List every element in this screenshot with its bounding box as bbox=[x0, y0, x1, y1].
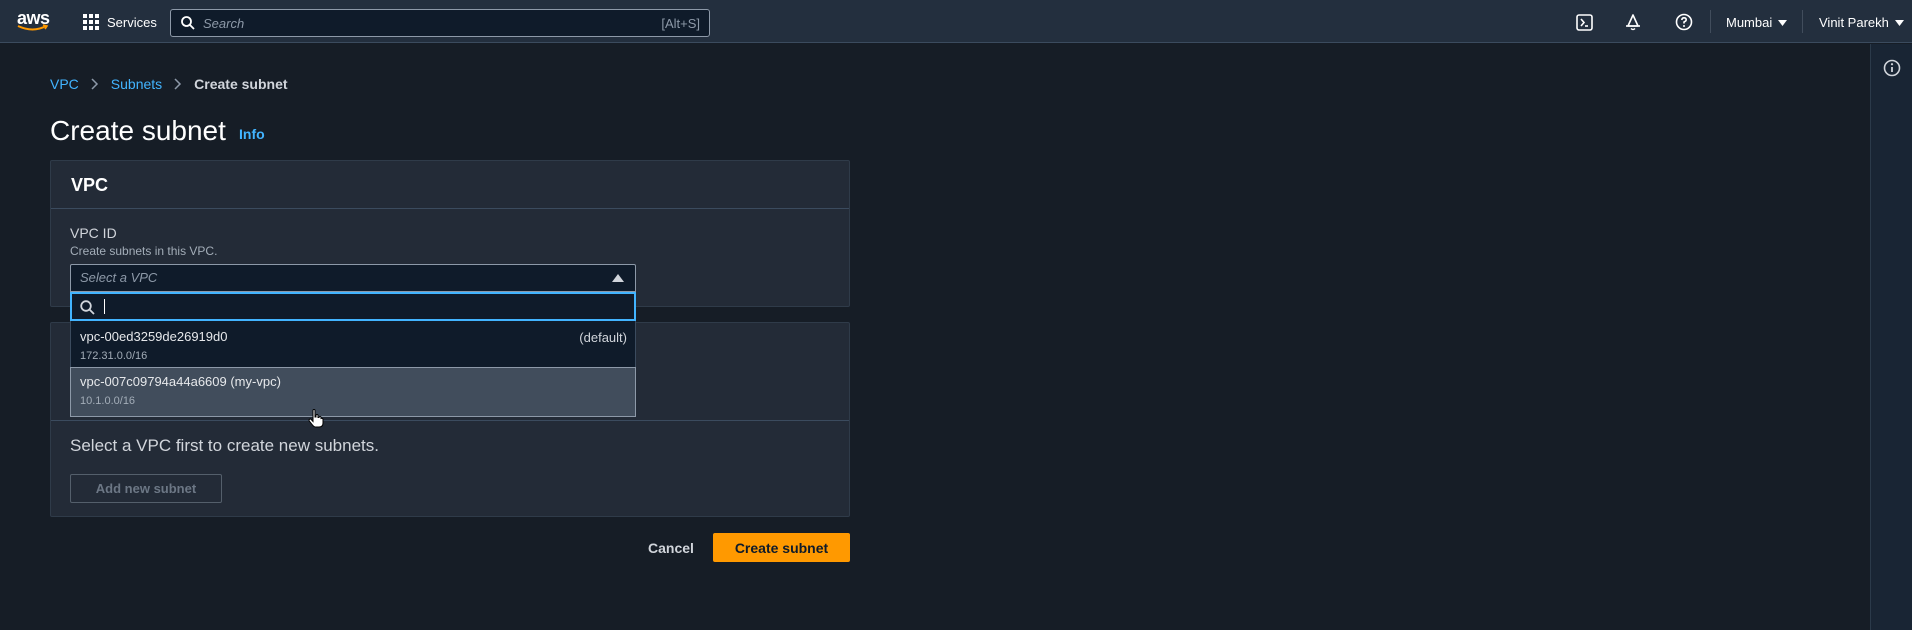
vpc-panel-heading: VPC bbox=[51, 161, 849, 209]
text-cursor bbox=[104, 299, 105, 314]
grid-icon bbox=[83, 14, 99, 30]
caret-down-icon bbox=[1778, 19, 1788, 26]
notifications-bell-icon[interactable] bbox=[1623, 12, 1643, 32]
search-placeholder: Search bbox=[203, 15, 245, 31]
info-panel-icon[interactable] bbox=[1883, 59, 1901, 82]
region-label: Mumbai bbox=[1726, 15, 1773, 30]
vpc-option-highlighted[interactable]: vpc-007c09794a44a6609 (my-vpc) 10.1.0.0/… bbox=[70, 367, 636, 417]
breadcrumb-vpc[interactable]: VPC bbox=[50, 76, 79, 92]
account-user-label: Vinit Parekh bbox=[1819, 15, 1889, 30]
search-icon bbox=[181, 16, 195, 30]
help-panel-rail bbox=[1870, 44, 1912, 630]
chevron-right-icon bbox=[174, 78, 182, 90]
caret-down-icon bbox=[1894, 19, 1904, 26]
vpc-option-cidr: 10.1.0.0/16 bbox=[80, 395, 136, 407]
breadcrumb: VPC Subnets Create subnet bbox=[50, 76, 288, 92]
vpc-id-label: VPC ID bbox=[70, 225, 117, 241]
aws-smile-icon bbox=[17, 24, 49, 31]
page-title: Create subnet bbox=[50, 115, 226, 146]
aws-logo[interactable]: aws bbox=[17, 8, 51, 34]
chevron-right-icon bbox=[91, 78, 98, 90]
search-shortcut-hint: [Alt+S] bbox=[661, 16, 700, 31]
account-menu[interactable]: Vinit Parekh bbox=[1819, 15, 1904, 30]
vpc-select-placeholder: Select a VPC bbox=[80, 270, 158, 285]
dropdown-filter-input[interactable] bbox=[70, 292, 636, 321]
vpc-id-select[interactable]: Select a VPC bbox=[70, 264, 636, 292]
panel-divider bbox=[51, 420, 849, 421]
vpc-option-name: vpc-007c09794a44a6609 (my-vpc) bbox=[80, 374, 281, 389]
hand-pointer-cursor-icon bbox=[308, 409, 324, 428]
global-search-input[interactable]: Search [Alt+S] bbox=[170, 9, 710, 37]
search-icon bbox=[80, 300, 95, 315]
vpc-dropdown-list: vpc-00ed3259de26919d0 172.31.0.0/16 (def… bbox=[70, 292, 636, 417]
vpc-option[interactable]: vpc-00ed3259de26919d0 172.31.0.0/16 (def… bbox=[71, 323, 635, 370]
breadcrumb-subnets[interactable]: Subnets bbox=[111, 76, 162, 92]
vpc-option-name: vpc-00ed3259de26919d0 bbox=[80, 329, 228, 344]
cancel-button[interactable]: Cancel bbox=[648, 540, 694, 556]
nav-divider bbox=[1710, 10, 1711, 33]
help-icon[interactable] bbox=[1674, 12, 1694, 32]
vpc-option-cidr: 172.31.0.0/16 bbox=[80, 350, 148, 362]
services-menu-button[interactable]: Services bbox=[83, 12, 157, 32]
services-label: Services bbox=[107, 14, 157, 30]
breadcrumb-current: Create subnet bbox=[194, 76, 288, 92]
create-subnet-button[interactable]: Create subnet bbox=[713, 533, 850, 562]
select-vpc-first-message: Select a VPC first to create new subnets… bbox=[70, 436, 379, 455]
vpc-id-description: Create subnets in this VPC. bbox=[70, 244, 218, 258]
add-new-subnet-button[interactable]: Add new subnet bbox=[70, 474, 222, 503]
cloudshell-icon[interactable] bbox=[1574, 12, 1594, 32]
info-link[interactable]: Info bbox=[239, 126, 265, 142]
caret-up-icon bbox=[612, 274, 624, 282]
top-navigation-bar: aws Services Search [Alt+S] Mumbai Vinit… bbox=[0, 0, 1912, 43]
nav-divider bbox=[1802, 10, 1803, 33]
vpc-option-default-tag: (default) bbox=[579, 330, 627, 345]
region-selector[interactable]: Mumbai bbox=[1726, 15, 1788, 30]
